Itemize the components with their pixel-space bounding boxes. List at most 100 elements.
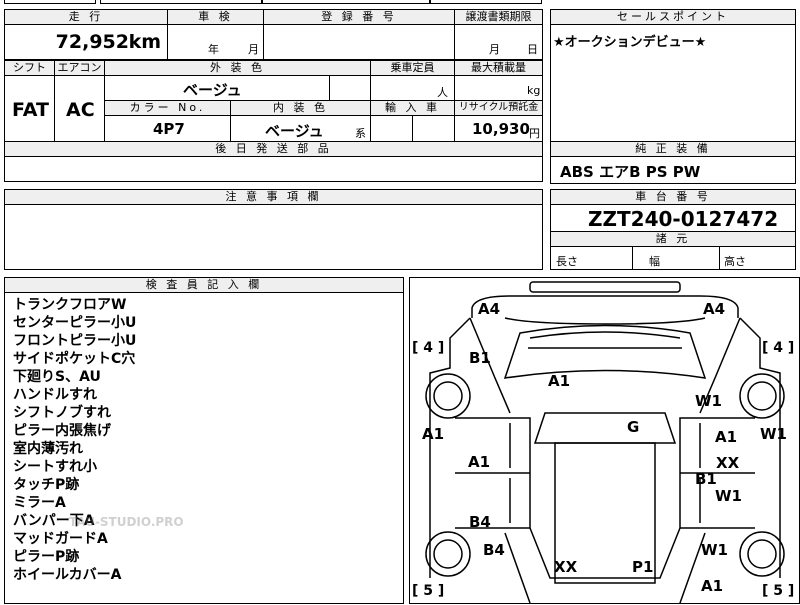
inspector-line: トランクフロアW: [13, 297, 127, 313]
length-label: 長さ: [556, 255, 578, 268]
damage-mark: B4: [469, 513, 491, 531]
capacity-header: 乗車定員: [370, 60, 455, 76]
inspector-line: 室内薄汚れ: [13, 441, 83, 457]
capacity-cell: 人: [370, 75, 455, 101]
sales-point-cell: ★オークションデビュー★: [550, 24, 796, 142]
recycle-unit: 円: [529, 127, 540, 140]
top-partial-cell-1: [4, 0, 96, 4]
exterior-color-header: 外 装 色: [104, 60, 371, 76]
inspector-line: ホイールカバーA: [13, 567, 122, 583]
later-parts-cell: [4, 156, 543, 182]
damage-mark: B4: [483, 541, 505, 559]
sales-point-header: セールスポイント: [550, 9, 796, 25]
inspector-line: サイドポケットC穴: [13, 351, 136, 367]
recycle-value: 10,930: [472, 120, 530, 138]
mileage-value: 72,952: [55, 31, 129, 53]
chassis-header: 車 台 番 号: [550, 189, 796, 205]
damage-mark: A1: [715, 428, 738, 446]
aircon-cell: AC: [54, 75, 105, 142]
shift-header: シフト: [4, 60, 55, 76]
recycle-cell: 10,930 円: [454, 115, 543, 142]
height-cell: 高さ: [719, 246, 796, 270]
import-cell-1: [370, 115, 413, 142]
interior-color-cell: ベージュ 系: [230, 115, 371, 142]
inspector-line: ハンドルすれ: [13, 387, 97, 403]
interior-color-suffix: 系: [355, 127, 366, 140]
mileage-unit: km: [128, 31, 161, 53]
damage-mark: W1: [760, 425, 787, 443]
inspector-line: タッチP跡: [13, 477, 80, 493]
aircon-value: AC: [66, 99, 95, 121]
damage-mark: A4: [703, 300, 726, 318]
inspector-line: フロントピラー小U: [13, 333, 137, 349]
inspection-year-unit: 年: [208, 43, 219, 56]
mileage-header: 走 行: [4, 9, 168, 25]
damage-mark: W1: [701, 541, 728, 559]
color-no-cell: 4P7: [104, 115, 231, 142]
interior-color-value: ベージュ: [265, 122, 324, 140]
diagram-bracket-label: [ 4 ]: [762, 340, 795, 356]
dimensions-header: 諸 元: [550, 231, 796, 247]
top-partial-cell-3: [262, 0, 430, 4]
caution-header: 注 意 事 項 欄: [4, 189, 543, 205]
max-load-header: 最大積載量: [454, 60, 543, 76]
damage-mark: A4: [478, 300, 501, 318]
caution-cell: [4, 204, 543, 270]
top-partial-cell-2: [100, 0, 262, 4]
interior-color-header: 内 装 色: [230, 100, 371, 116]
length-cell: 長さ: [550, 246, 633, 270]
diagram-bracket-label: [ 4 ]: [412, 340, 445, 356]
damage-mark: B1: [469, 349, 491, 367]
exterior-color-cell: ベージュ: [104, 75, 330, 101]
damage-mark: G: [627, 418, 640, 436]
inspector-line: ミラーA: [13, 495, 66, 511]
inspector-line: ピラーP跡: [13, 549, 80, 565]
damage-mark: B1: [695, 470, 717, 488]
registration-header: 登 録 番 号: [263, 9, 455, 25]
shift-value: FAT: [12, 99, 49, 121]
registration-cell: [263, 24, 455, 60]
recycle-header: リサイクル預託金: [454, 100, 543, 116]
shift-cell: FAT: [4, 75, 55, 142]
exterior-color-value: ベージュ: [183, 81, 242, 99]
diagram-bracket-label: [ 5 ]: [762, 583, 795, 599]
inspector-line: 下廻りS、AU: [13, 369, 101, 385]
diagram-bracket-label: [ 5 ]: [412, 583, 445, 599]
inspector-line: センターピラー小U: [13, 315, 137, 331]
width-label: 幅: [649, 255, 660, 268]
later-parts-header: 後 日 発 送 部 品: [4, 141, 543, 157]
damage-mark: A1: [548, 372, 571, 390]
damage-mark: P1: [632, 558, 654, 576]
transfer-day-unit: 日: [527, 43, 538, 56]
inspector-line: シフトノブすれ: [13, 405, 111, 421]
damage-mark: W1: [715, 487, 742, 505]
watermark: TAU-STUDIO.PRO: [69, 515, 184, 529]
width-cell: 幅: [632, 246, 720, 270]
car-diagram-panel: [ 4 ] [ 4 ] [ 5 ] [ 5 ] A4 A4 B1 A1 W1 A…: [409, 277, 800, 604]
inspector-line: シートすれ小: [13, 459, 97, 475]
inspection-cell: 年 月: [167, 24, 264, 60]
inspector-header: 検 査 員 記 入 欄: [4, 277, 404, 293]
aircon-header: エアコン: [54, 60, 105, 76]
sales-point-text: ★オークションデビュー★: [553, 35, 707, 50]
inspector-line: ピラー内張焦げ: [13, 423, 111, 439]
mileage-cell: 72,952 km: [4, 24, 168, 60]
chassis-value: ZZT240-0127472: [588, 207, 779, 231]
damage-mark: XX: [554, 558, 578, 576]
height-label: 高さ: [724, 255, 746, 268]
top-partial-cell-4: [430, 0, 542, 4]
damage-mark: XX: [716, 454, 740, 472]
color-no-header: カラー No.: [104, 100, 231, 116]
damage-mark: A1: [422, 425, 445, 443]
max-load-unit: kg: [527, 84, 541, 97]
equipment-cell: ABS エアB PS PW: [550, 156, 796, 184]
inspection-month-unit: 月: [248, 43, 259, 56]
inspector-line: マッドガードA: [13, 531, 108, 547]
inspection-header: 車 検: [167, 9, 264, 25]
exterior-color-sub-cell: [329, 75, 371, 101]
capacity-unit: 人: [437, 86, 448, 99]
equipment-text: ABS エアB PS PW: [560, 163, 701, 181]
import-cell-2: [412, 115, 455, 142]
transfer-deadline-header: 譲渡書類期限: [454, 9, 543, 25]
car-outline-diagram: [425, 281, 785, 604]
